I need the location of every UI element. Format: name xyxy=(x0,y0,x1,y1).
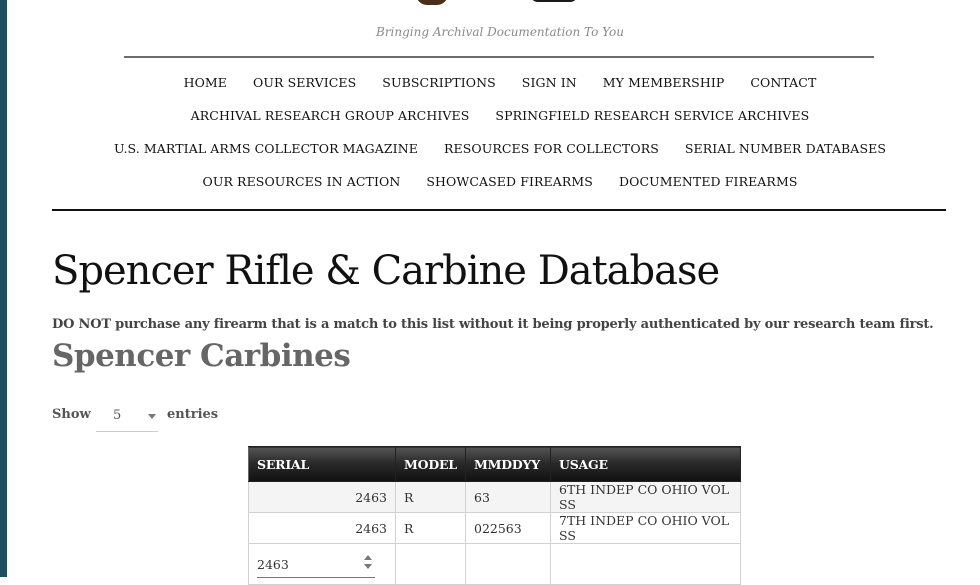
nav-magazine[interactable]: U.S. MARTIAL ARMS COLLECTOR MAGAZINE xyxy=(114,141,418,156)
nav-showcased-firearms[interactable]: SHOWCASED FIREARMS xyxy=(426,174,593,189)
nav-row-3: U.S. MARTIAL ARMS COLLECTOR MAGAZINE RES… xyxy=(0,141,980,156)
nav-my-membership[interactable]: MY MEMBERSHIP xyxy=(603,75,725,90)
cell-usage: 6TH INDEP CO OHIO VOL SS xyxy=(550,481,741,513)
nav-row-2: ARCHIVAL RESEARCH GROUP ARCHIVES SPRINGF… xyxy=(0,108,980,123)
cell-mmddyy: 63 xyxy=(465,481,551,513)
logo-emblem xyxy=(416,0,448,5)
cell-model: R xyxy=(395,481,466,513)
nav-documented-firearms[interactable]: DOCUMENTED FIREARMS xyxy=(619,174,798,189)
column-header-mmddyy[interactable]: MMDDYY xyxy=(465,446,551,482)
column-header-usage[interactable]: USAGE xyxy=(550,446,741,482)
nav-springfield-research[interactable]: SPRINGFIELD RESEARCH SERVICE ARCHIVES xyxy=(495,108,809,123)
entries-label: entries xyxy=(167,407,219,422)
serial-filter-input[interactable]: 2463 xyxy=(257,551,375,578)
page-title: Spencer Rifle & Carbine Database xyxy=(52,248,720,294)
table-header-row: SERIAL MODEL MMDDYY USAGE xyxy=(248,446,741,482)
nav-resources-collectors[interactable]: RESOURCES FOR COLLECTORS xyxy=(444,141,659,156)
serial-filter-cell: 2463 xyxy=(248,543,396,585)
entries-select[interactable]: 5 xyxy=(96,400,158,432)
logo-wordmark xyxy=(530,0,578,2)
nav-row-4: OUR RESOURCES IN ACTION SHOWCASED FIREAR… xyxy=(0,174,980,189)
column-header-model[interactable]: MODEL xyxy=(395,446,466,482)
nav-sign-in[interactable]: SIGN IN xyxy=(522,75,577,90)
cell-serial: 2463 xyxy=(248,512,396,544)
entries-select-value: 5 xyxy=(113,408,122,423)
nav-row-1: HOME OUR SERVICES SUBSCRIPTIONS SIGN IN … xyxy=(0,75,980,90)
cell-usage: 7TH INDEP CO OHIO VOL SS xyxy=(550,512,741,544)
usage-filter-cell xyxy=(550,543,741,585)
cell-model: R xyxy=(395,512,466,544)
mmddyy-filter-cell xyxy=(465,543,551,585)
nav-our-services[interactable]: OUR SERVICES xyxy=(253,75,356,90)
nav-archival-research-group[interactable]: ARCHIVAL RESEARCH GROUP ARCHIVES xyxy=(191,108,470,123)
nav-resources-in-action[interactable]: OUR RESOURCES IN ACTION xyxy=(202,174,400,189)
show-label: Show xyxy=(52,407,91,422)
table-row: 2463 R 022563 7TH INDEP CO OHIO VOL SS xyxy=(248,512,741,544)
column-header-serial[interactable]: SERIAL xyxy=(248,446,396,482)
stepper-icon[interactable] xyxy=(363,554,373,571)
serial-filter-value: 2463 xyxy=(257,556,289,572)
nav-serial-databases[interactable]: SERIAL NUMBER DATABASES xyxy=(685,141,886,156)
section-title: Spencer Carbines xyxy=(52,338,351,374)
filter-row: 2463 xyxy=(248,543,741,585)
header-divider xyxy=(124,56,874,58)
content-divider xyxy=(52,209,946,211)
cell-serial: 2463 xyxy=(248,481,396,513)
nav-home[interactable]: HOME xyxy=(184,75,227,90)
results-table: SERIAL MODEL MMDDYY USAGE 2463 R 63 6TH … xyxy=(248,446,741,585)
warning-notice: DO NOT purchase any firearm that is a ma… xyxy=(52,317,934,332)
table-row: 2463 R 63 6TH INDEP CO OHIO VOL SS xyxy=(248,481,741,513)
model-filter-cell xyxy=(395,543,466,585)
nav-subscriptions[interactable]: SUBSCRIPTIONS xyxy=(382,75,496,90)
site-logo[interactable] xyxy=(410,0,590,8)
cell-mmddyy: 022563 xyxy=(465,512,551,544)
nav-contact[interactable]: CONTACT xyxy=(750,75,816,90)
site-tagline: Bringing Archival Documentation To You xyxy=(376,25,624,39)
chevron-down-icon xyxy=(148,414,156,419)
